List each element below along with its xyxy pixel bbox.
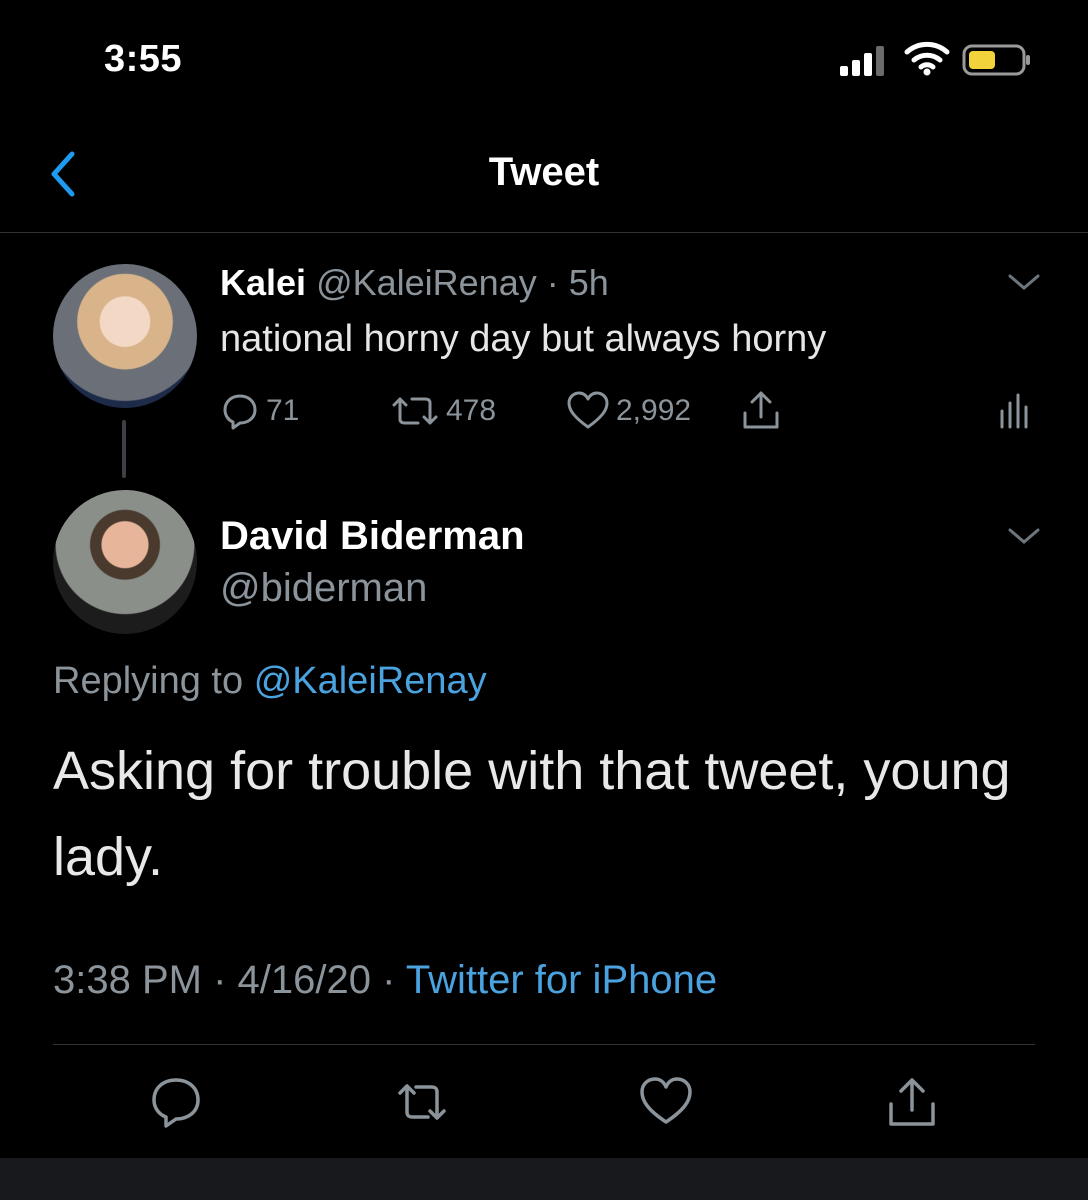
heart-icon [567,391,609,429]
like-action[interactable]: 2,992 [566,388,691,434]
reply-icon [223,394,257,430]
reply-icon[interactable] [148,1074,204,1130]
meta-separator: · [382,958,396,1002]
retweet-icon [392,397,438,425]
bottom-bar [0,1158,1088,1200]
reply-action[interactable]: 71 [220,388,299,434]
author-name[interactable]: David Biderman [220,514,525,559]
reply-tweet-text: Asking for trouble with that tweet, youn… [53,741,1011,887]
cellular-signal-icon [840,46,884,76]
header-divider [0,232,1088,233]
action-bar-divider [53,1044,1035,1045]
reply-count: 71 [266,394,300,427]
chevron-down-icon[interactable] [1004,268,1044,296]
tweet-age: 5h [568,262,609,303]
share-icon[interactable] [884,1074,940,1130]
tweet-date: 4/16/20 [237,958,372,1002]
author-handle[interactable]: @KaleiRenay [316,262,537,303]
page-title: Tweet [488,150,600,194]
thread-connector [122,420,126,478]
author-name[interactable]: Kalei [220,262,306,303]
tweet-source-link[interactable]: Twitter for iPhone [406,958,717,1002]
share-action[interactable] [740,388,788,434]
analytics-action[interactable] [996,388,1038,434]
share-icon [743,391,779,429]
like-count: 2,992 [616,394,692,427]
analytics-icon [1000,393,1028,429]
header-separator: · [546,262,559,303]
original-tweet-header: Kalei @KaleiRenay · 5h [220,262,609,304]
meta-separator: · [213,958,227,1002]
author-handle[interactable]: @biderman [220,566,427,611]
battery-icon [962,44,1030,76]
retweet-action[interactable]: 478 [390,388,496,434]
avatar[interactable] [53,264,197,408]
replying-to-link[interactable]: @KaleiRenay [254,660,487,702]
original-tweet-text: national horny day but always horny [220,318,827,360]
heart-icon[interactable] [638,1074,694,1130]
tweet-metadata: 3:38 PM · 4/16/20 · Twitter for iPhone [53,958,717,1003]
tweet-time: 3:38 PM [53,958,202,1002]
retweet-count: 478 [446,394,497,427]
retweet-icon[interactable] [394,1074,450,1130]
chevron-down-icon[interactable] [1004,522,1044,550]
status-time: 3:55 [104,38,183,80]
avatar[interactable] [53,490,197,634]
replying-to: Replying to @KaleiRenay [53,660,487,703]
wifi-icon [904,41,950,76]
replying-prefix: Replying to [53,660,244,702]
